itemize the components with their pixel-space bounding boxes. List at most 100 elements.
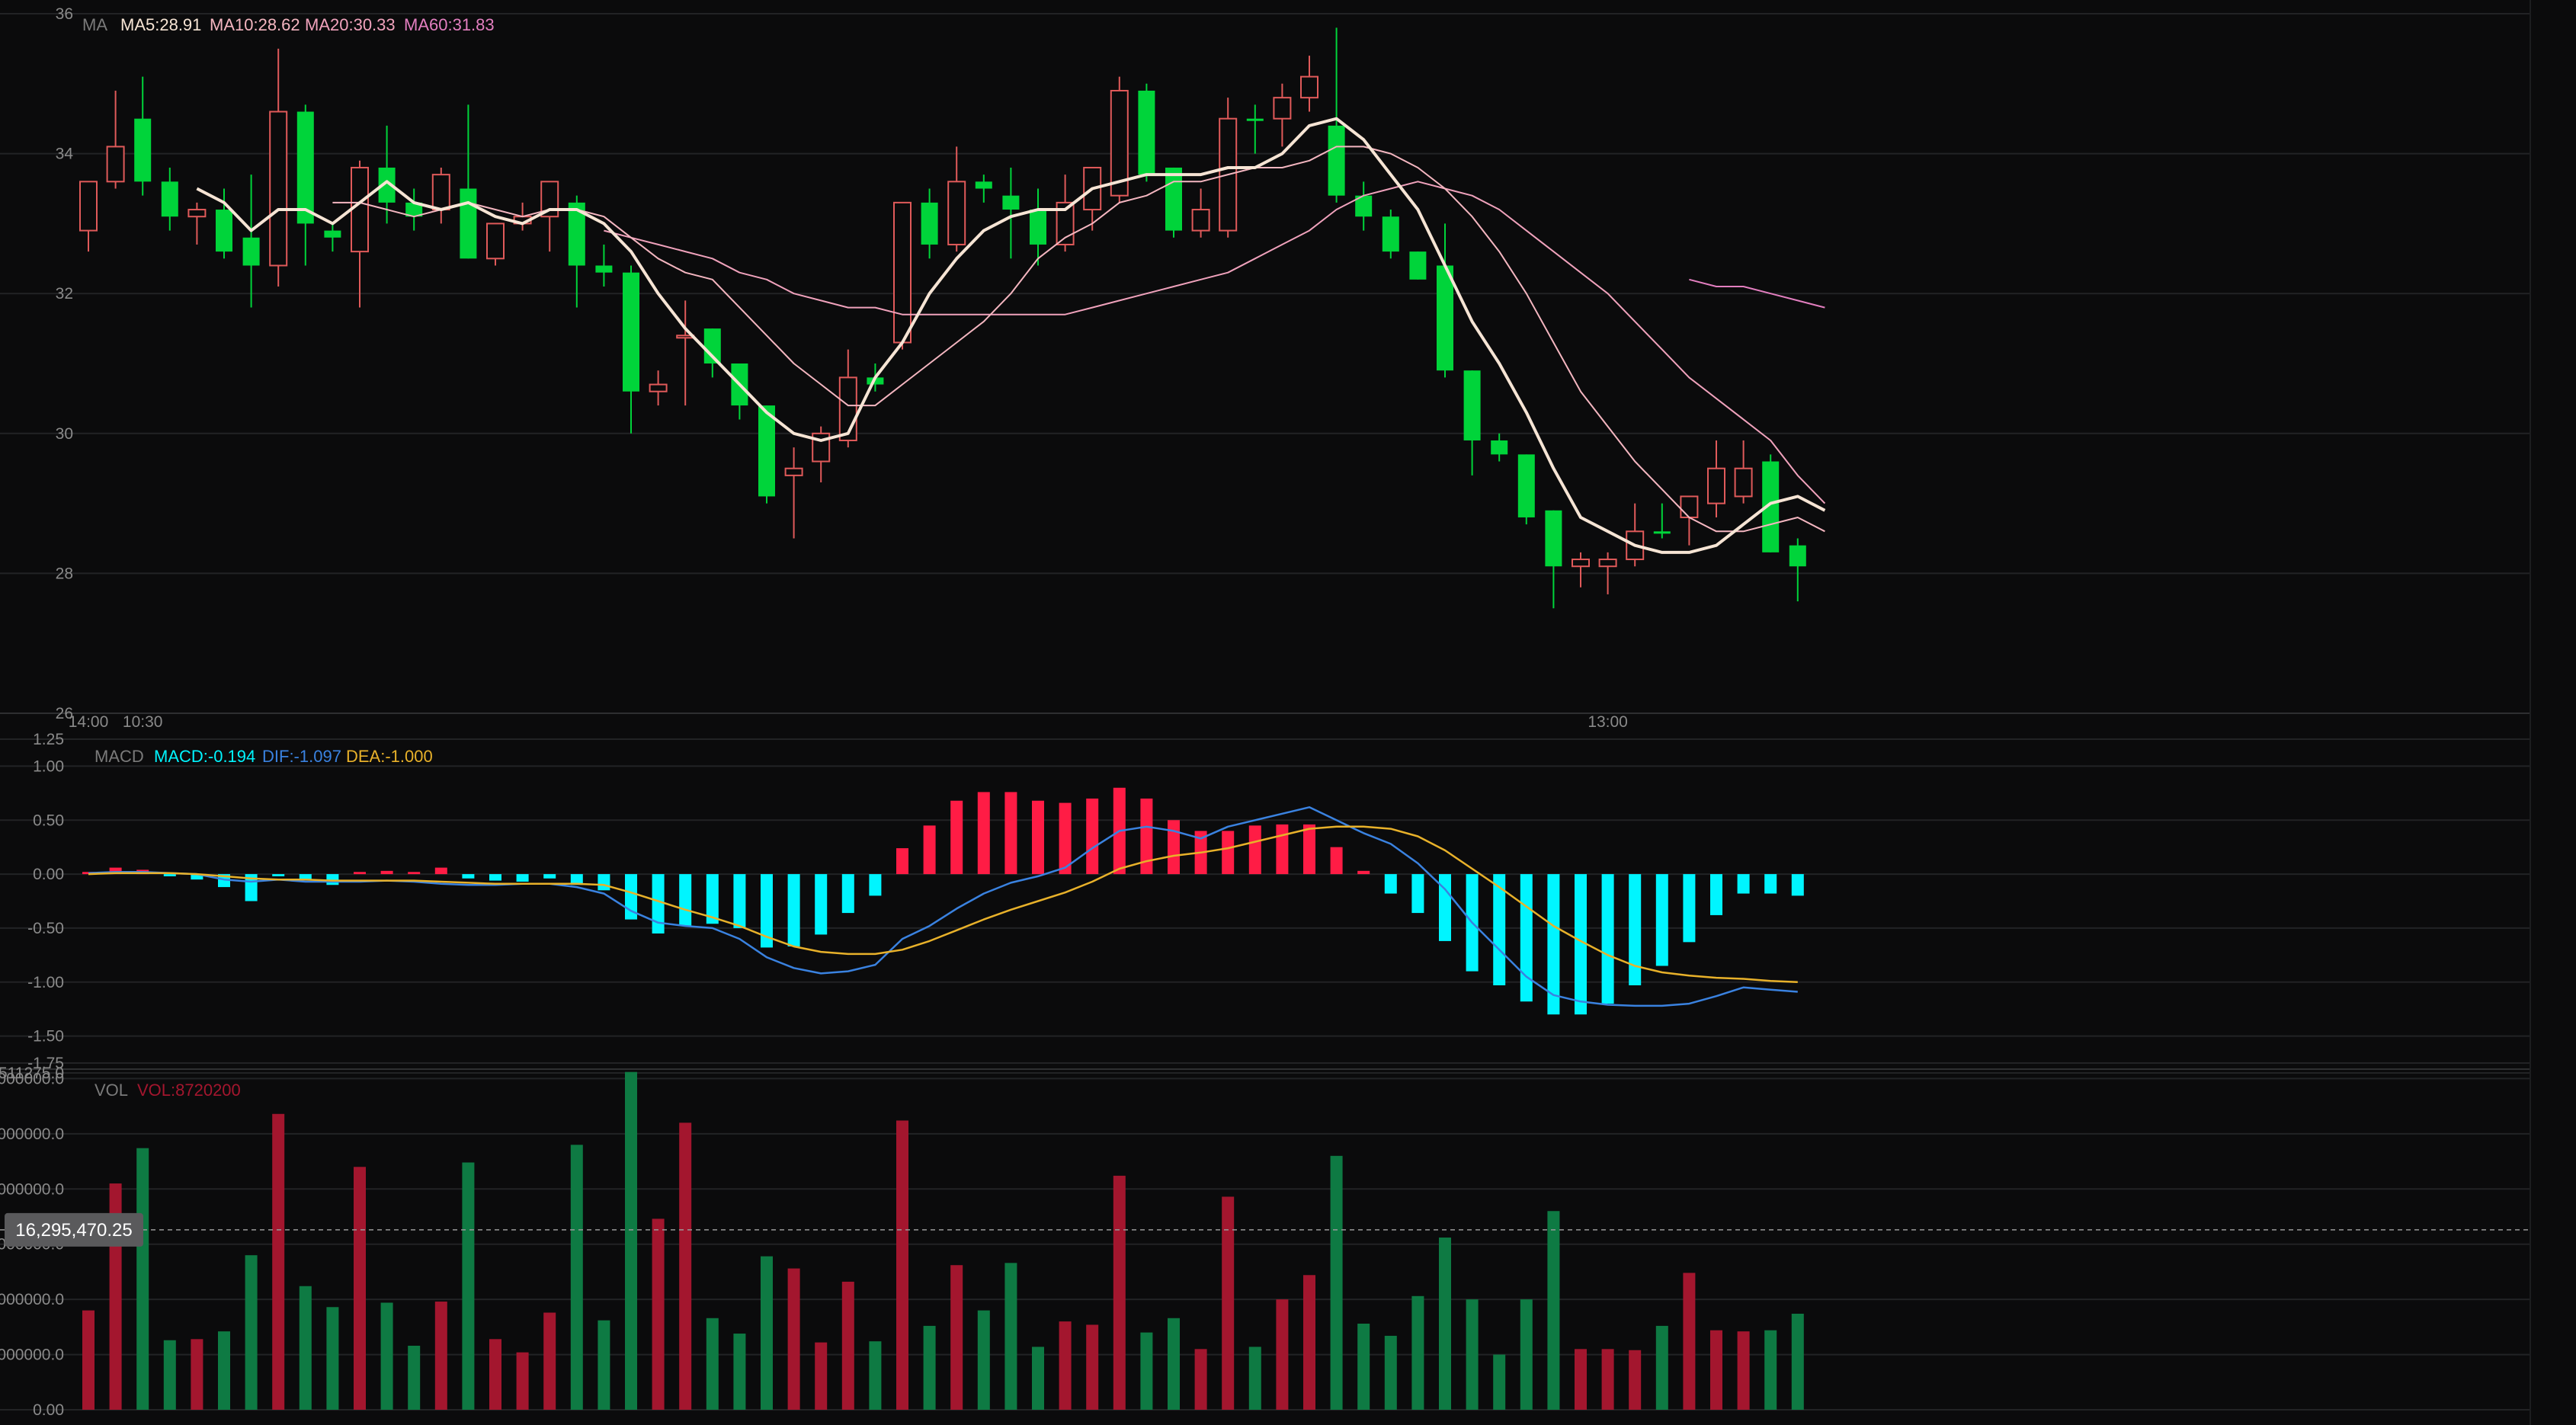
macd-bar [1330,847,1343,875]
candle-body [649,383,668,392]
macd-bar [272,874,285,876]
macd-bar [815,874,828,935]
macd-bar [652,874,665,933]
candle [1165,167,1182,238]
macd-tick-label: -1.00 [27,974,64,991]
candle-body [1598,559,1617,568]
candle [1138,83,1155,182]
macd-tick-label: 1.25 [33,731,64,748]
volume-bar [1791,1313,1804,1410]
volume-bar [299,1286,312,1410]
volume-bar [543,1312,556,1410]
candle-body [269,110,288,267]
volume-bar [1520,1299,1533,1410]
macd-bar [543,874,556,879]
macd-bar [977,792,990,875]
price-tick-label: 28 [56,565,73,582]
macd-bar [1547,874,1560,1015]
volume-bar [1168,1318,1180,1410]
volume-bar [1032,1347,1044,1410]
macd-value-legend: MACD:-0.194 [154,747,255,766]
volume-bar [1357,1324,1370,1410]
macd-bar [1168,820,1180,875]
macd-tick-label: -1.50 [27,1028,64,1046]
volume-bar [1276,1299,1289,1410]
candle [1517,454,1535,525]
volume-bar [1764,1330,1777,1410]
candle-body [1545,510,1562,567]
volume-bar [1248,1347,1261,1410]
price-tick-label: 34 [56,146,74,163]
candle-body [1437,265,1453,371]
candle-body [1409,251,1427,280]
macd-bar [1411,874,1424,914]
volume-bar [1710,1330,1722,1410]
volume-bar [1303,1275,1315,1410]
macd-bar [1357,870,1370,875]
volume-bar [1384,1335,1397,1410]
volume-bar [869,1341,882,1410]
vol-legend-name: VOL [95,1081,128,1100]
candle-body [975,181,992,189]
volume-bar [1466,1299,1479,1410]
candle [1382,210,1399,259]
time-tick-label: 14:00 [69,713,109,731]
macd-bar [869,874,882,896]
macd-tick-label: 1.00 [33,757,64,775]
volume-bar [191,1339,203,1410]
price-tick-label: 36 [56,5,73,23]
volume-bar [380,1302,393,1410]
macd-bar [163,874,176,876]
volume-bar [82,1310,95,1410]
dif-legend: DIF:-1.097 [262,747,341,766]
ma60-legend: MA60:31.83 [404,15,495,34]
candle-body [296,111,314,224]
candle-body [921,202,938,245]
candle-body [1300,75,1318,99]
ma-legend-name: MA [82,15,107,34]
volume-tick-label: 0.00 [33,1401,64,1419]
volume-bar [815,1342,828,1410]
macd-bar [1737,874,1750,894]
macd-bar [1629,874,1642,985]
macd-bar [1276,824,1289,875]
volume-bar [1140,1332,1153,1410]
volume-tick-label: 20000000.0 [0,1180,64,1198]
volume-bar [489,1339,501,1410]
price-tick-label: 32 [56,285,73,303]
candle-body [1707,467,1725,504]
candle-body [1572,559,1590,568]
crosshair-label: 16,295,470.25 [15,1220,132,1241]
volume-bar [1575,1349,1587,1410]
volume-bar [1004,1263,1017,1410]
candle-body [893,201,912,344]
macd-bar [787,874,800,946]
dea-legend: DEA:-1.000 [346,747,433,766]
stock-chart[interactable]: 262830323436 -1.75-1.50-1.00-0.500.000.5… [0,0,2576,1425]
candle-body [460,188,477,259]
ma10-legend: MA10:28.62 [210,15,300,34]
candle-body [1517,454,1535,517]
candle-body [758,405,775,497]
macd-bar [489,874,501,881]
volume-bar [923,1325,936,1410]
macd-bar [516,874,529,882]
volume-bar [841,1281,854,1410]
volume-bar [787,1268,800,1410]
macd-tick-label: 0.00 [33,866,64,883]
macd-bar [462,874,475,879]
candle-body [784,467,803,476]
macd-bar [380,870,393,875]
macd-bar [1222,831,1235,875]
candle-body [1463,370,1481,440]
macd-bar [434,867,447,875]
macd-bar [598,874,610,891]
candle-body [1680,495,1699,518]
candle-body [161,181,178,217]
volume-bar [354,1167,366,1410]
candle-body [1653,531,1671,534]
macd-bar [733,874,746,928]
macd-bar [1086,798,1099,875]
macd-bar [950,800,963,875]
macd-bar [1303,824,1315,875]
